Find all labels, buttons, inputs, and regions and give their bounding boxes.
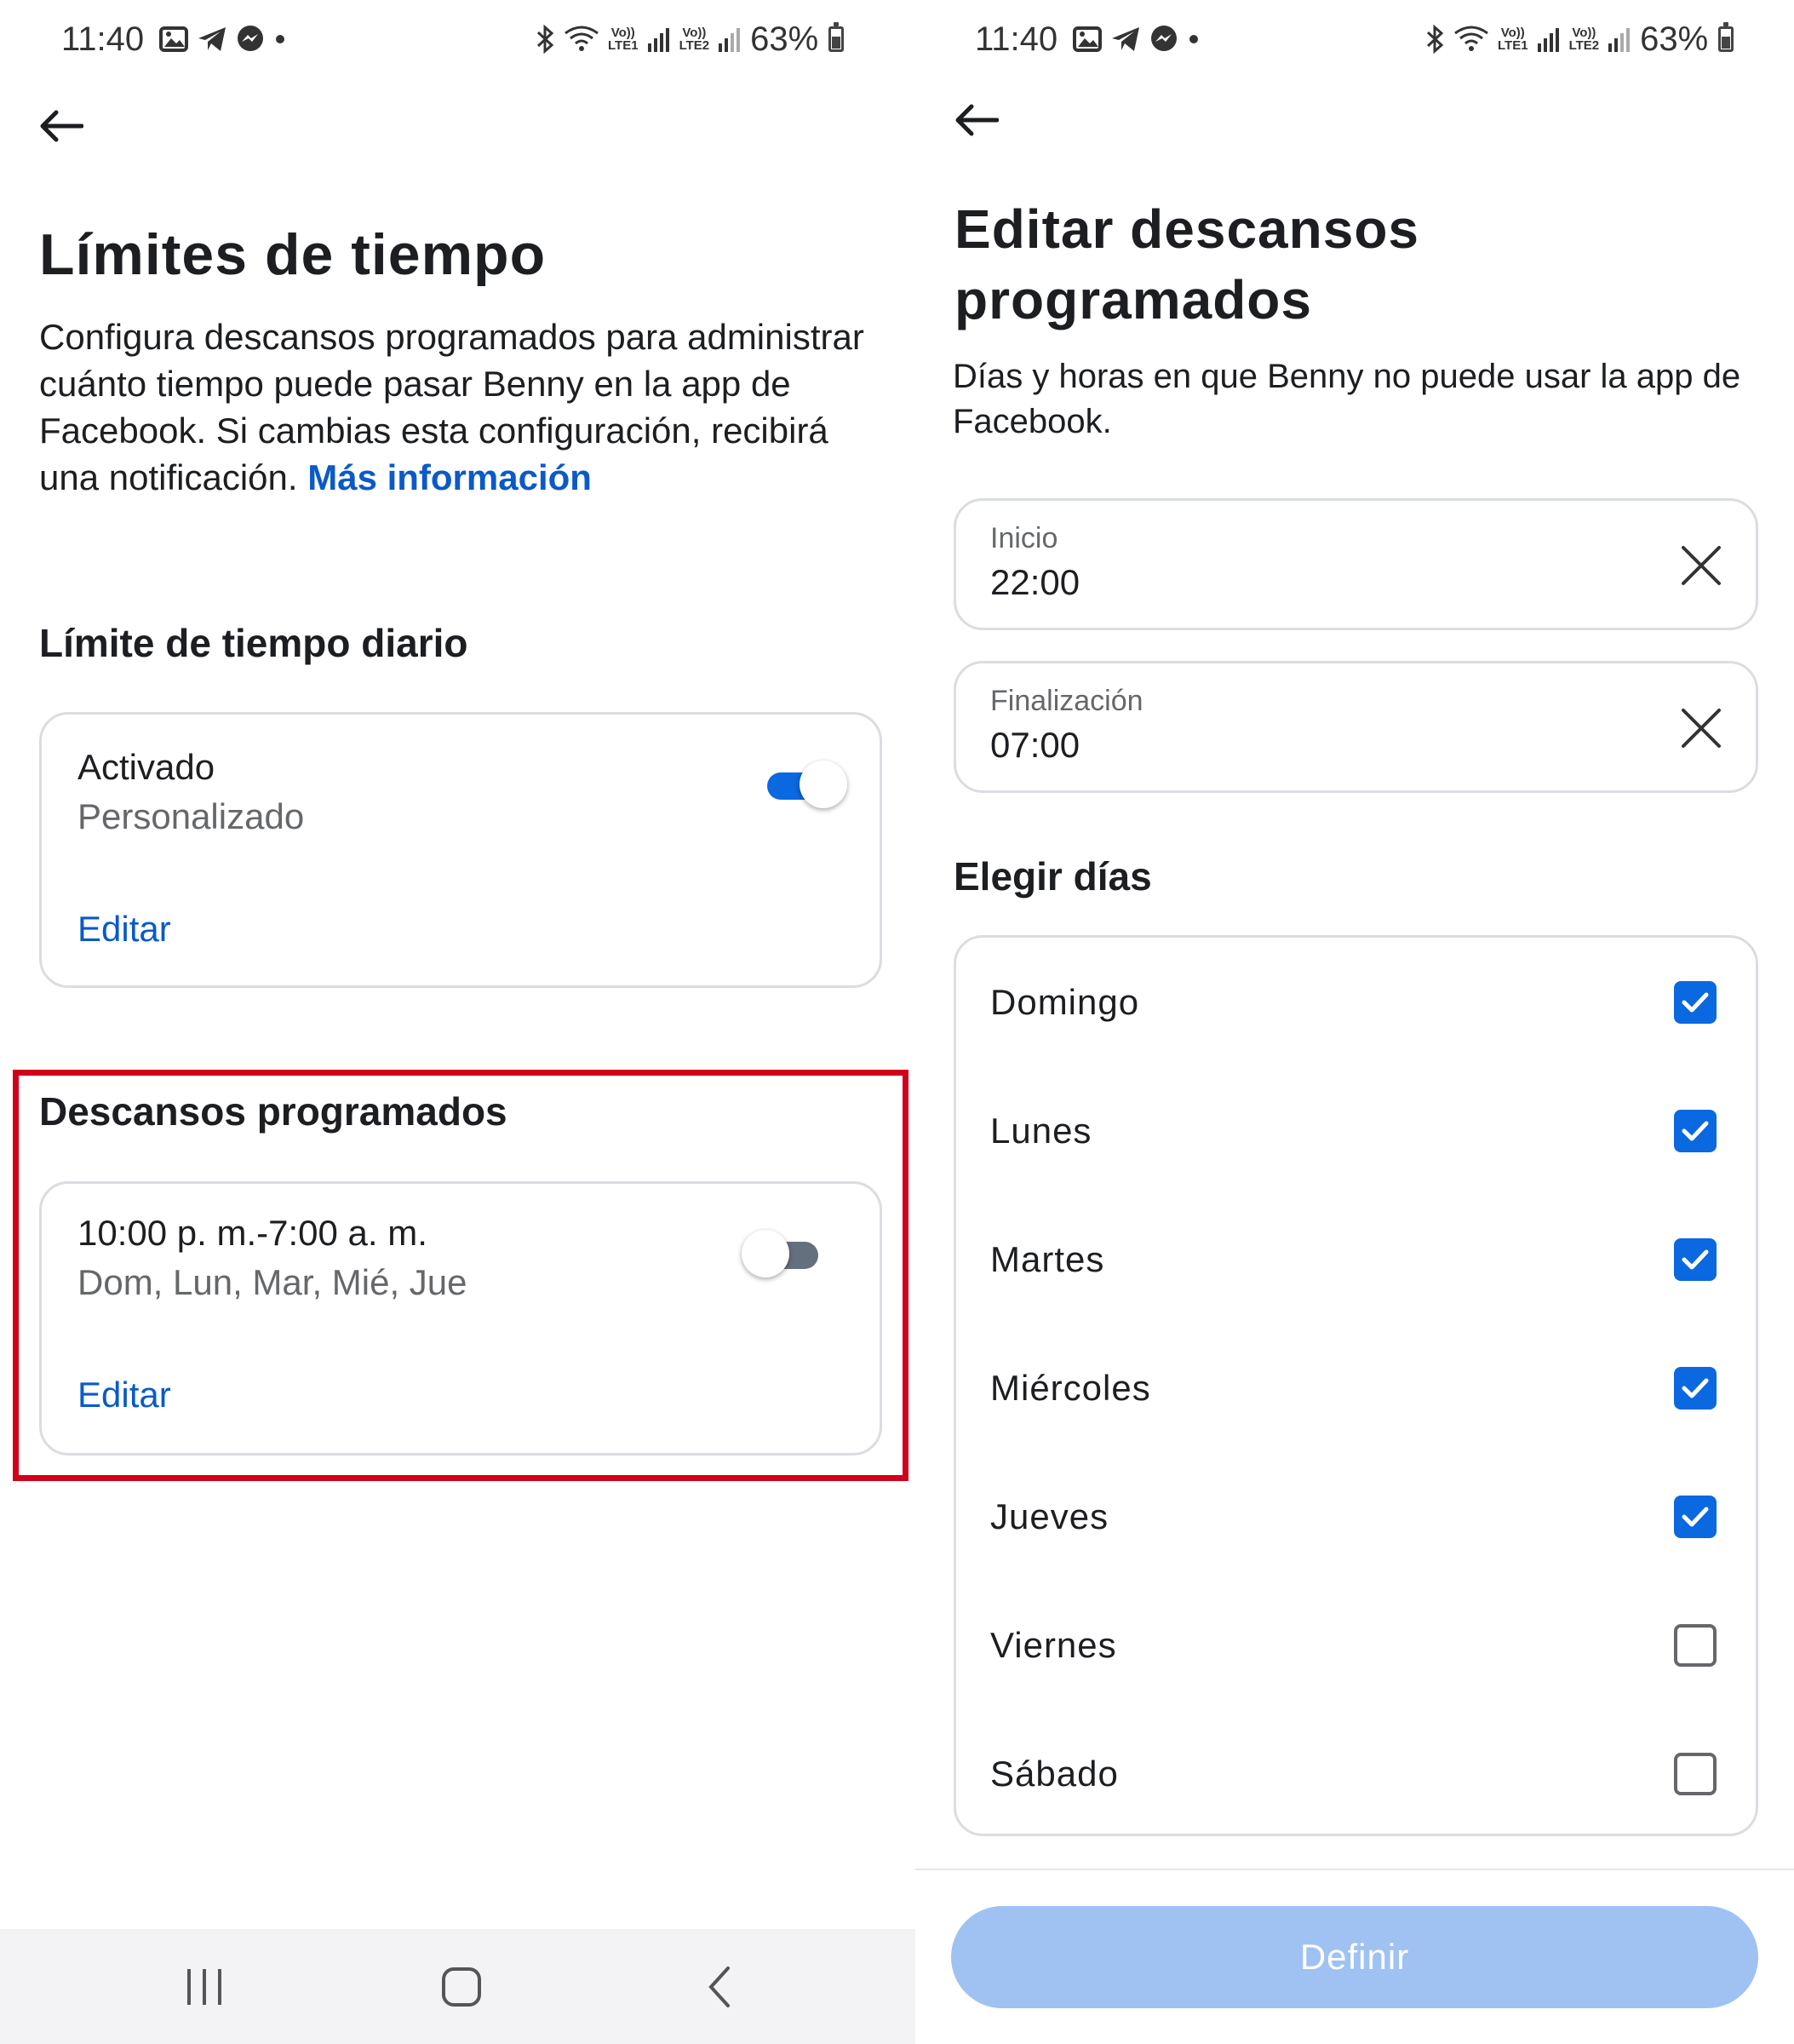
- day-row-jueves[interactable]: Jueves: [956, 1452, 1756, 1581]
- status-bar: 11:40: [61, 15, 287, 63]
- wifi-icon: [565, 26, 599, 51]
- daily-limit-card: Activado Personalizado Editar: [39, 712, 882, 988]
- day-label: Viernes: [990, 1624, 1117, 1665]
- page-description: Configura descansos programados para adm…: [39, 317, 864, 497]
- day-row-lunes[interactable]: Lunes: [956, 1066, 1756, 1195]
- dot-icon: [1189, 35, 1199, 43]
- status-time: 11:40: [975, 20, 1058, 58]
- checkbox-unchecked-icon[interactable]: [1674, 1623, 1717, 1667]
- battery-percent: 63%: [1640, 20, 1709, 58]
- home-icon[interactable]: [427, 1955, 496, 2019]
- bottom-divider: [915, 1869, 1794, 1870]
- day-label: Lunes: [990, 1110, 1092, 1151]
- set-button[interactable]: Definir: [951, 1906, 1758, 2008]
- day-row-martes[interactable]: Martes: [956, 1195, 1756, 1323]
- edit-scheduled-breaks-screen: 11:40 Vo)) LTE1 Vo)) LTE2 63% Editar desca…: [915, 0, 1794, 2044]
- back-arrow-icon[interactable]: [951, 95, 1002, 146]
- day-row-sabado[interactable]: Sábado: [956, 1709, 1756, 1838]
- checkbox-checked-icon[interactable]: [1674, 1366, 1717, 1410]
- telegram-icon: [198, 27, 226, 51]
- page-title: Editar descansos programados: [954, 198, 1419, 330]
- scheduled-breaks-range: 10:00 p. m.-7:00 a. m.: [77, 1213, 427, 1253]
- checkbox-checked-icon[interactable]: [1674, 980, 1717, 1024]
- scheduled-breaks-days: Dom, Lun, Mar, Mié, Jue: [77, 1262, 467, 1302]
- day-row-viernes[interactable]: Viernes: [956, 1581, 1756, 1709]
- network-label-1: Vo)) LTE1: [608, 26, 639, 53]
- battery-icon: [828, 22, 845, 52]
- signal-icon: [1537, 28, 1559, 52]
- checkbox-checked-icon[interactable]: [1674, 1109, 1717, 1152]
- scheduled-breaks-toggle[interactable]: [742, 1230, 823, 1278]
- scheduled-breaks-edit-link[interactable]: Editar: [77, 1375, 171, 1415]
- checkbox-checked-icon[interactable]: [1674, 1495, 1717, 1538]
- bluetooth-icon: [1426, 25, 1444, 54]
- wifi-icon: [1454, 26, 1488, 51]
- page-title: Límites de tiempo: [39, 222, 547, 287]
- network-label-2: Vo)) LTE2: [679, 26, 710, 53]
- clear-end-icon[interactable]: [1676, 703, 1727, 754]
- end-time-field[interactable]: Finalización 07:00: [954, 661, 1758, 793]
- day-label: Martes: [990, 1238, 1105, 1279]
- page-description: Días y horas en que Benny no puede usar …: [953, 358, 1741, 440]
- end-time-value: 07:00: [990, 725, 1080, 765]
- scheduled-breaks-heading: Descansos programados: [39, 1089, 507, 1134]
- battery-icon: [1718, 22, 1734, 52]
- battery-percent: 63%: [750, 20, 819, 58]
- image-icon: [1073, 26, 1103, 52]
- more-info-link[interactable]: Más información: [307, 457, 592, 497]
- status-time: 11:40: [61, 20, 145, 58]
- back-arrow-icon[interactable]: [36, 100, 87, 152]
- daily-limit-toggle[interactable]: [762, 761, 847, 808]
- day-label: Domingo: [990, 981, 1140, 1022]
- day-row-miercoles[interactable]: Miércoles: [956, 1323, 1756, 1452]
- signal-icon: [719, 28, 741, 52]
- choose-days-heading: Elegir días: [954, 854, 1152, 899]
- messenger-icon: [238, 26, 264, 51]
- daily-limit-heading: Límite de tiempo diario: [39, 621, 468, 665]
- telegram-icon: [1112, 27, 1140, 51]
- start-time-value: 22:00: [990, 562, 1080, 602]
- day-label: Miércoles: [990, 1367, 1151, 1408]
- signal-icon: [647, 28, 669, 52]
- day-row-domingo[interactable]: Domingo: [956, 938, 1756, 1066]
- scheduled-breaks-card: 10:00 p. m.-7:00 a. m. Dom, Lun, Mar, Mi…: [39, 1181, 882, 1455]
- recent-apps-icon[interactable]: [170, 1955, 238, 2019]
- messenger-icon: [1151, 26, 1178, 51]
- time-limits-screen: 11:40 Vo)) LTE1 Vo)) LTE2 63% Límites de t…: [0, 0, 915, 2044]
- dot-icon: [276, 35, 285, 43]
- checkbox-unchecked-icon[interactable]: [1674, 1752, 1717, 1795]
- start-time-field[interactable]: Inicio 22:00: [954, 498, 1758, 630]
- clear-start-icon[interactable]: [1676, 540, 1727, 591]
- bluetooth-icon: [536, 25, 554, 54]
- day-label: Jueves: [990, 1496, 1109, 1536]
- checkbox-checked-icon[interactable]: [1674, 1237, 1717, 1281]
- status-right: Vo)) LTE1 Vo)) LTE2 63%: [535, 15, 845, 63]
- days-list: Domingo Lunes Martes Miércoles Jueves Vi…: [954, 935, 1758, 1836]
- signal-icon: [1608, 28, 1631, 52]
- network-label-1: Vo)) LTE1: [1498, 26, 1528, 53]
- daily-limit-edit-link[interactable]: Editar: [77, 909, 171, 950]
- android-nav-bar: [0, 1929, 915, 2044]
- network-label-2: Vo)) LTE2: [1568, 26, 1600, 53]
- daily-limit-status: Activado: [77, 747, 215, 787]
- nav-back-icon[interactable]: [685, 1955, 754, 2019]
- image-icon: [159, 26, 189, 52]
- end-time-label: Finalización: [990, 685, 1143, 717]
- daily-limit-mode: Personalizado: [77, 796, 305, 836]
- day-label: Sábado: [990, 1753, 1119, 1794]
- status-right: Vo)) LTE1 Vo)) LTE2 63%: [1424, 15, 1734, 63]
- status-bar: 11:40: [975, 15, 1201, 63]
- start-time-label: Inicio: [990, 522, 1058, 554]
